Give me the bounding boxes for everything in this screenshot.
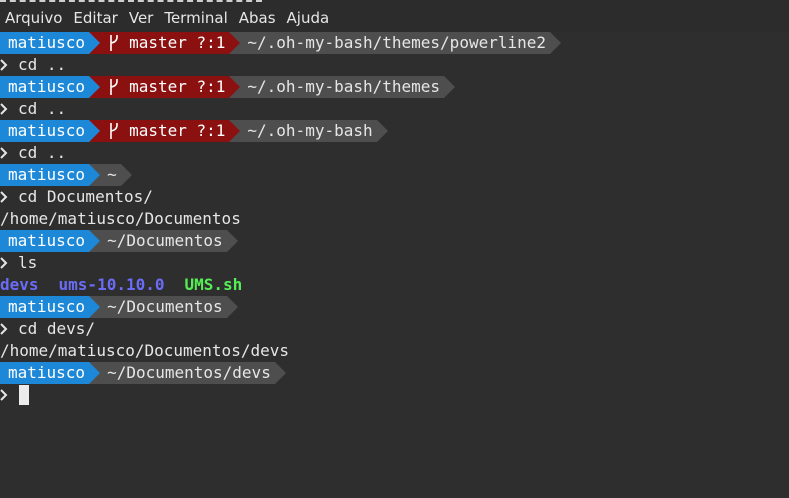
segment-arrow <box>229 76 241 98</box>
prompt-user-segment: matiusco <box>0 362 101 384</box>
segment-arrow <box>444 76 456 98</box>
command-text: cd .. <box>18 99 67 118</box>
prompt-path-text: ~/Documentos/devs <box>107 363 271 382</box>
prompt-user-text: matiusco <box>8 77 86 96</box>
prompt-path-text: ~ <box>107 165 117 184</box>
text-cursor <box>19 385 29 405</box>
menu-terminal[interactable]: Terminal <box>159 6 232 30</box>
command-text: cd devs/ <box>18 319 96 338</box>
ls-output-line: devs ums-10.10.0 UMS.sh <box>0 274 789 296</box>
menu-ver[interactable]: Ver <box>124 6 159 30</box>
chevron-right-icon <box>0 147 8 159</box>
menu-editar[interactable]: Editar <box>68 6 122 30</box>
segment-arrow <box>89 164 101 186</box>
prompt-line: matiusco ~/Documentos <box>0 230 789 252</box>
segment-arrow <box>226 230 238 252</box>
prompt-line: matiusco ~/Documentos <box>0 296 789 318</box>
prompt-git-segment: master ?:1 <box>89 120 241 142</box>
segment-arrow <box>89 76 101 98</box>
prompt-path-segment: ~/.oh-my-bash <box>229 120 388 142</box>
prompt-path-text: ~/.oh-my-bash <box>247 121 373 140</box>
chevron-right-icon <box>0 323 8 335</box>
chevron-right-icon <box>0 257 8 269</box>
ls-directory-entry: devs <box>0 275 39 294</box>
command-text: cd .. <box>18 143 67 162</box>
command-line: ls <box>0 252 789 274</box>
chevron-right-icon <box>0 389 8 401</box>
prompt-git-segment: master ?:1 <box>89 76 241 98</box>
menu-ajuda[interactable]: Ajuda <box>282 6 335 30</box>
command-line: cd devs/ <box>0 318 789 340</box>
segment-arrow <box>89 32 101 54</box>
output-line: /home/matiusco/Documentos <box>0 208 789 230</box>
command-line: cd .. <box>0 98 789 120</box>
prompt-user-text: matiusco <box>8 297 86 316</box>
prompt-path-segment: ~/.oh-my-bash/themes <box>229 76 456 98</box>
output-text: /home/matiusco/Documentos/devs <box>0 341 289 360</box>
prompt-line: matiusco master ?:1 ~/.oh-my-bash/themes <box>0 76 789 98</box>
segment-arrow <box>274 362 286 384</box>
menu-arquivo[interactable]: Arquivo <box>0 6 67 30</box>
prompt-git-text: master ?:1 <box>129 121 226 140</box>
prompt-path-segment: ~/Documentos/devs <box>89 362 286 384</box>
prompt-user-segment: matiusco <box>0 230 101 252</box>
prompt-user-text: matiusco <box>8 165 86 184</box>
git-branch-icon <box>110 123 118 139</box>
segment-arrow <box>89 230 101 252</box>
segment-arrow <box>229 120 241 142</box>
prompt-user-segment: matiusco <box>0 296 101 318</box>
segment-arrow <box>550 32 562 54</box>
segment-arrow <box>376 120 388 142</box>
prompt-user-text: matiusco <box>8 33 86 52</box>
prompt-user-segment: matiusco <box>0 120 101 142</box>
prompt-path-segment: ~/Documentos <box>89 296 238 318</box>
prompt-user-text: matiusco <box>8 121 86 140</box>
command-text: cd .. <box>18 55 67 74</box>
segment-arrow <box>89 362 101 384</box>
terminal-output[interactable]: matiusco master ?:1 ~/.oh-my-bash/themes/p… <box>0 32 789 498</box>
chevron-right-icon <box>0 191 8 203</box>
prompt-user-text: matiusco <box>8 363 86 382</box>
prompt-line: matiusco master ?:1 ~/.oh-my-bash <box>0 120 789 142</box>
prompt-git-segment: master ?:1 <box>89 32 241 54</box>
segment-arrow <box>89 120 101 142</box>
git-branch-icon <box>110 79 118 95</box>
git-branch-icon <box>110 35 118 51</box>
chevron-right-icon <box>0 103 8 115</box>
menu-bar: Arquivo Editar Ver Terminal Abas Ajuda <box>0 6 789 30</box>
chevron-right-icon <box>0 59 8 71</box>
prompt-user-segment: matiusco <box>0 164 101 186</box>
command-line: cd .. <box>0 54 789 76</box>
segment-arrow <box>89 296 101 318</box>
prompt-user-segment: matiusco <box>0 76 101 98</box>
segment-arrow <box>120 164 132 186</box>
prompt-user-segment: matiusco <box>0 32 101 54</box>
command-line <box>0 384 789 406</box>
command-text: ls <box>18 253 38 272</box>
prompt-path-segment: ~/Documentos <box>89 230 238 252</box>
output-line: /home/matiusco/Documentos/devs <box>0 340 789 362</box>
prompt-path-text: ~/.oh-my-bash/themes <box>247 77 441 96</box>
prompt-git-text: master ?:1 <box>129 77 226 96</box>
prompt-line: matiusco ~/Documentos/devs <box>0 362 789 384</box>
prompt-path-text: ~/.oh-my-bash/themes/powerline2 <box>247 33 547 52</box>
prompt-user-text: matiusco <box>8 231 86 250</box>
ls-executable-entry: UMS.sh <box>184 275 243 294</box>
prompt-path-segment: ~/.oh-my-bash/themes/powerline2 <box>229 32 562 54</box>
command-line: cd .. <box>0 142 789 164</box>
ls-directory-entry: ums-10.10.0 <box>58 275 165 294</box>
command-line: cd Documentos/ <box>0 186 789 208</box>
output-text: /home/matiusco/Documentos <box>0 209 241 228</box>
prompt-path-text: ~/Documentos <box>107 231 223 250</box>
menu-abas[interactable]: Abas <box>234 6 281 30</box>
prompt-path-text: ~/Documentos <box>107 297 223 316</box>
command-text: cd Documentos/ <box>18 187 153 206</box>
prompt-git-text: master ?:1 <box>129 33 226 52</box>
prompt-line: matiusco master ?:1 ~/.oh-my-bash/themes/p… <box>0 32 789 54</box>
segment-arrow <box>226 296 238 318</box>
segment-arrow <box>229 32 241 54</box>
prompt-line: matiusco ~ <box>0 164 789 186</box>
